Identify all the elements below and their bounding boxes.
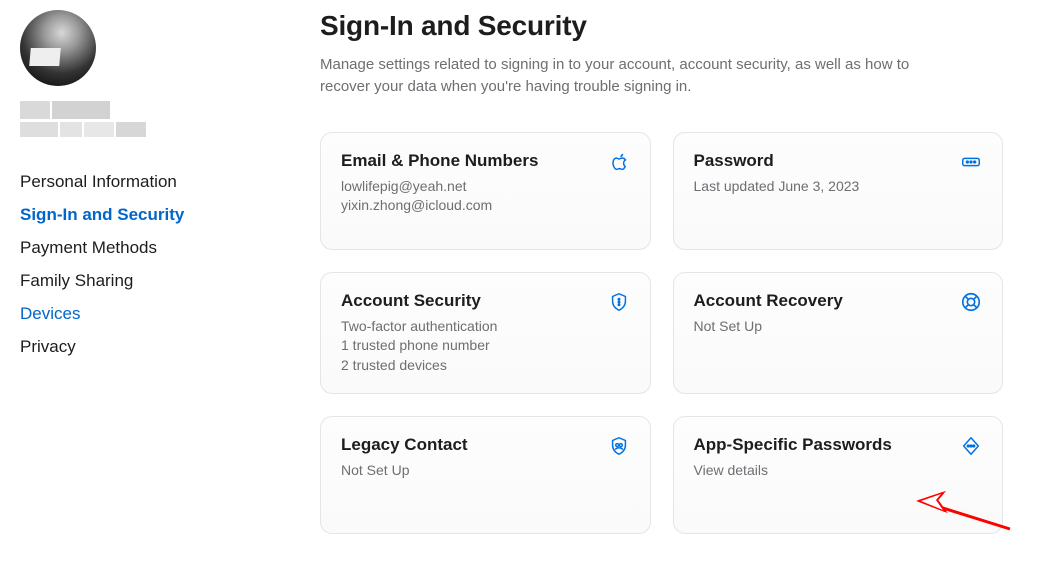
apple-icon (608, 151, 630, 173)
card-email-phone[interactable]: Email & Phone Numbers lowlifepig@yeah.ne… (320, 132, 651, 250)
sidebar: Personal Information Sign-In and Securit… (0, 0, 280, 565)
diamond-dots-icon (960, 435, 982, 457)
card-title: Email & Phone Numbers (341, 151, 538, 171)
card-title: App-Specific Passwords (694, 435, 892, 455)
sidebar-item-devices[interactable]: Devices (20, 297, 260, 330)
lifebuoy-icon (960, 291, 982, 313)
shield-people-icon (608, 435, 630, 457)
avatar[interactable] (20, 10, 96, 86)
card-sub-line: Last updated June 3, 2023 (694, 177, 860, 197)
card-title: Account Recovery (694, 291, 843, 311)
card-title: Legacy Contact (341, 435, 468, 455)
card-sub-line: yixin.zhong@icloud.com (341, 196, 538, 216)
card-sub-line: lowlifepig@yeah.net (341, 177, 538, 197)
shield-dots-icon (608, 291, 630, 313)
sidebar-item-family-sharing[interactable]: Family Sharing (20, 264, 260, 297)
card-app-specific-passwords[interactable]: App-Specific Passwords View details (673, 416, 1004, 534)
sidebar-item-personal-information[interactable]: Personal Information (20, 165, 260, 198)
password-dots-icon (960, 151, 982, 173)
card-sub-line: Not Set Up (694, 317, 843, 337)
card-legacy-contact[interactable]: Legacy Contact Not Set Up (320, 416, 651, 534)
sidebar-nav: Personal Information Sign-In and Securit… (20, 165, 260, 363)
card-grid: Email & Phone Numbers lowlifepig@yeah.ne… (320, 132, 1003, 535)
sidebar-item-payment-methods[interactable]: Payment Methods (20, 231, 260, 264)
card-password[interactable]: Password Last updated June 3, 2023 (673, 132, 1004, 250)
card-sub-line: 2 trusted devices (341, 356, 497, 376)
main-content: Sign-In and Security Manage settings rel… (280, 0, 1063, 565)
page-title: Sign-In and Security (320, 10, 1003, 42)
card-title: Account Security (341, 291, 497, 311)
page-description: Manage settings related to signing in to… (320, 54, 930, 98)
card-sub-line: Two-factor authentication (341, 317, 497, 337)
user-name-redacted (20, 101, 260, 137)
card-sub-line: Not Set Up (341, 461, 468, 481)
sidebar-item-privacy[interactable]: Privacy (20, 330, 260, 363)
card-account-recovery[interactable]: Account Recovery Not Set Up (673, 272, 1004, 395)
card-title: Password (694, 151, 860, 171)
card-sub-line: View details (694, 461, 892, 481)
sidebar-item-sign-in-security[interactable]: Sign-In and Security (20, 198, 260, 231)
card-sub-line: 1 trusted phone number (341, 336, 497, 356)
card-account-security[interactable]: Account Security Two-factor authenticati… (320, 272, 651, 395)
